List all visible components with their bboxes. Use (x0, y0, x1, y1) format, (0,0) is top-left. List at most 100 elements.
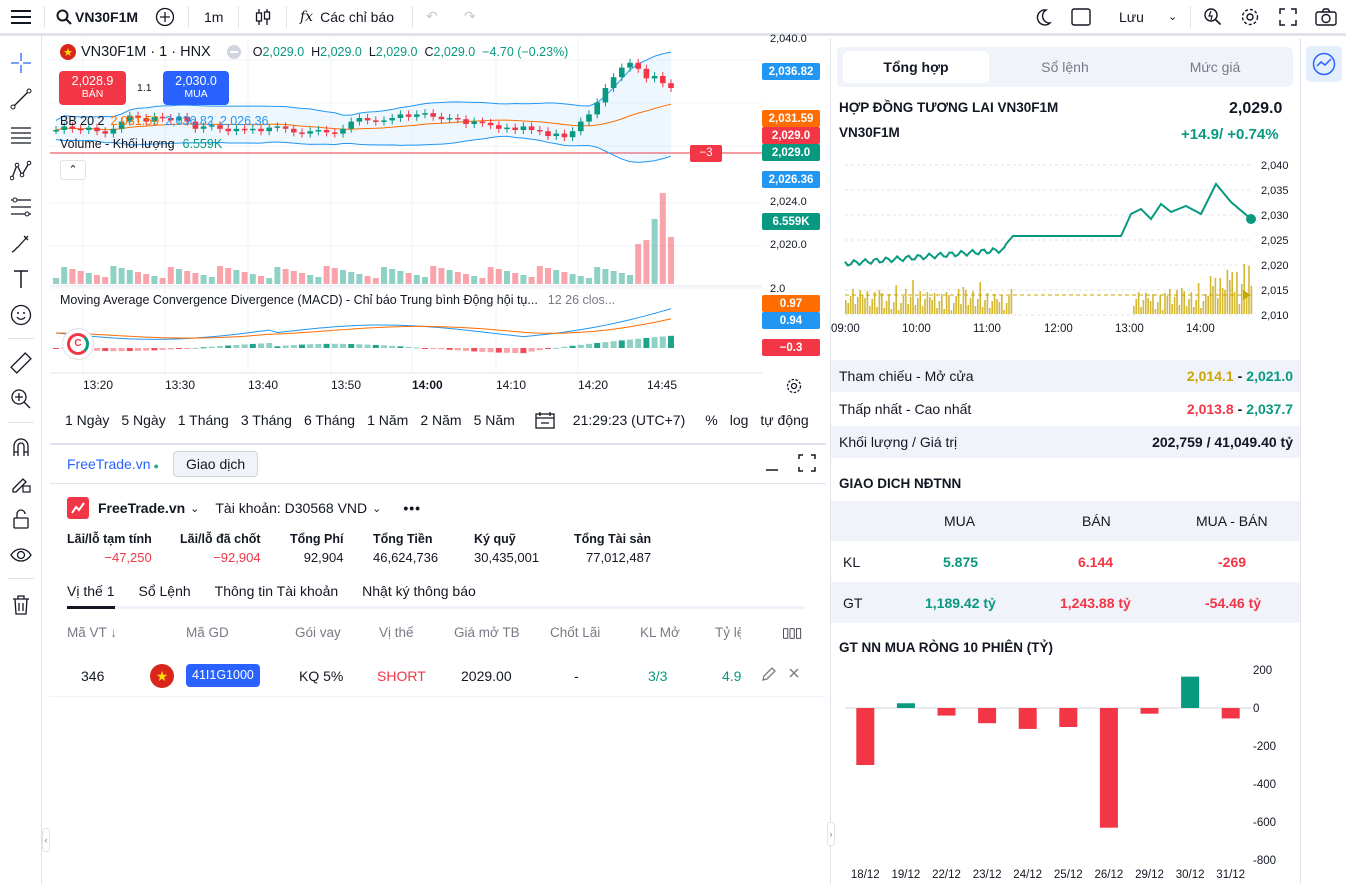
tab-order-book[interactable]: Sổ lệnh (992, 51, 1138, 83)
undo-icon[interactable]: ↶ (426, 0, 438, 33)
macd-hist-bar (422, 348, 428, 349)
col-header[interactable]: Tỷ lệ (715, 625, 741, 640)
auto-toggle[interactable]: tự động (760, 412, 808, 428)
edit-icon[interactable] (761, 666, 777, 685)
lock-icon[interactable] (8, 506, 34, 532)
col-header[interactable]: Chốt Lãi (550, 625, 600, 640)
market-widget-icon[interactable] (1306, 46, 1342, 82)
emoji-icon[interactable] (8, 302, 34, 328)
mini-volume-bar (1176, 290, 1178, 314)
pattern-icon[interactable] (8, 158, 34, 184)
net-buy-bar (978, 708, 997, 724)
columns-icon[interactable]: ▯▯▯ (782, 625, 802, 641)
account-selector[interactable]: Tài khoản: D30568 VND (215, 500, 367, 516)
text-icon[interactable] (8, 266, 34, 292)
macd-hist-bar (586, 343, 592, 348)
intraday-chart[interactable]: 2,040 2,035 2,030 2,025 2,020 2,015 2,010 09:00… (831, 154, 1301, 338)
mini-volume-bar (1243, 264, 1245, 314)
horizontal-lines-icon[interactable] (8, 122, 34, 148)
mini-volume-bar (938, 301, 941, 314)
menu-icon[interactable] (10, 0, 32, 33)
more-icon[interactable]: ••• (403, 500, 421, 516)
position-code[interactable]: 41I1G1000 (186, 664, 260, 687)
add-compare-icon[interactable] (155, 0, 175, 33)
col-header[interactable]: Vị thế (379, 625, 414, 640)
collapse-left-handle[interactable]: ‹ (42, 828, 50, 852)
tab-price-levels[interactable]: Mức giá (1142, 51, 1288, 83)
redo-icon[interactable]: ↷ (464, 0, 476, 33)
chart-settings-icon[interactable] (786, 378, 802, 397)
crosshair-icon[interactable] (8, 50, 34, 76)
col-header[interactable]: Mã VT ↓ (67, 625, 117, 640)
col-header[interactable]: KL Mở (640, 625, 680, 640)
macd-hist-bar (569, 345, 576, 348)
chevron-down-icon[interactable]: ⌄ (372, 502, 381, 515)
macd-hist-bar (553, 347, 560, 349)
tab-notifications[interactable]: Nhật ký thông báo (362, 583, 476, 599)
minimize-icon[interactable] (763, 455, 781, 476)
fullscreen-icon[interactable] (1279, 0, 1297, 33)
symbol-search[interactable]: VN30F1M (56, 0, 138, 33)
range-1m[interactable]: 1 Tháng (178, 412, 229, 428)
trash-icon[interactable] (8, 592, 34, 618)
interval-button[interactable]: 1m (204, 0, 223, 33)
macd-hist-bar (561, 346, 568, 348)
kl-net: -269 (1218, 553, 1247, 570)
table-row[interactable]: 346 ★ 41I1G1000 KQ 5% SHORT 2029.00 - 3/… (50, 657, 826, 697)
magnet-icon[interactable] (8, 434, 34, 460)
chevron-down-icon[interactable]: ⌄ (190, 502, 199, 515)
chevron-down-icon[interactable]: ⌄ (1168, 0, 1177, 33)
range-3m[interactable]: 3 Tháng (241, 412, 292, 428)
candle-type-icon[interactable] (254, 0, 272, 33)
candle (537, 130, 543, 132)
right-widget-bar (1300, 38, 1346, 884)
mini-volume-bar (907, 304, 909, 314)
camera-icon[interactable] (1315, 0, 1337, 33)
save-button[interactable]: Lưu (1119, 0, 1144, 33)
brush-icon[interactable] (8, 230, 34, 256)
eye-icon[interactable] (8, 542, 34, 568)
trade-button[interactable]: Giao dịch (173, 451, 259, 477)
percent-toggle[interactable]: % (705, 412, 717, 428)
macd-hist-bar (512, 348, 519, 354)
zoom-in-icon[interactable] (8, 386, 34, 412)
col-header[interactable]: Mã GD (186, 625, 229, 640)
col-header[interactable]: Gói vay (295, 625, 341, 640)
buy-button[interactable]: 2,030.0 MUA (163, 71, 229, 105)
sell-button[interactable]: 2,028.9 BÁN (59, 71, 126, 105)
quick-search-icon[interactable] (1203, 0, 1223, 33)
range-2y[interactable]: 2 Năm (420, 412, 461, 428)
mini-volume-bar (847, 303, 849, 314)
range-6m[interactable]: 6 Tháng (304, 412, 355, 428)
clock-label[interactable]: 21:29:23 (UTC+7) (573, 412, 685, 428)
trend-line-icon[interactable] (8, 86, 34, 112)
macd-hist-bar (102, 348, 109, 352)
gear-icon[interactable] (1240, 0, 1260, 33)
mini-volume-bar (859, 290, 861, 314)
moon-icon[interactable] (1034, 0, 1052, 33)
lock-pencil-icon[interactable] (8, 470, 34, 496)
col-header[interactable]: Giá mở TB (454, 625, 520, 640)
maximize-icon[interactable] (798, 454, 816, 475)
range-1y[interactable]: 1 Năm (367, 412, 408, 428)
indicators-button[interactable]: fx Các chỉ báo (300, 0, 394, 33)
fib-icon[interactable] (8, 194, 34, 220)
tab-account-info[interactable]: Thông tin Tài khoản (215, 583, 339, 599)
ruler-icon[interactable] (8, 350, 34, 376)
tab-orders[interactable]: Sổ Lệnh (138, 583, 190, 599)
tab-positions[interactable]: Vị thế 1 (67, 583, 114, 599)
range-1d[interactable]: 1 Ngày (65, 412, 109, 428)
tab-summary[interactable]: Tổng hợp (843, 51, 989, 83)
log-toggle[interactable]: log (730, 412, 749, 428)
mini-volume-bar (1231, 272, 1233, 314)
close-icon[interactable] (787, 666, 801, 683)
layout-icon[interactable] (1071, 0, 1091, 33)
range-5y[interactable]: 5 Năm (474, 412, 515, 428)
range-5d[interactable]: 5 Ngày (121, 412, 165, 428)
broker-site-link[interactable]: FreeTrade.vn ● (67, 456, 159, 472)
mini-y-label: 2,040 (1261, 160, 1289, 172)
collapse-right-handle[interactable]: › (827, 822, 835, 846)
calendar-icon[interactable] (535, 411, 555, 429)
mini-volume-bar (919, 291, 921, 314)
collapse-legend-button[interactable]: ⌃ (60, 160, 86, 180)
